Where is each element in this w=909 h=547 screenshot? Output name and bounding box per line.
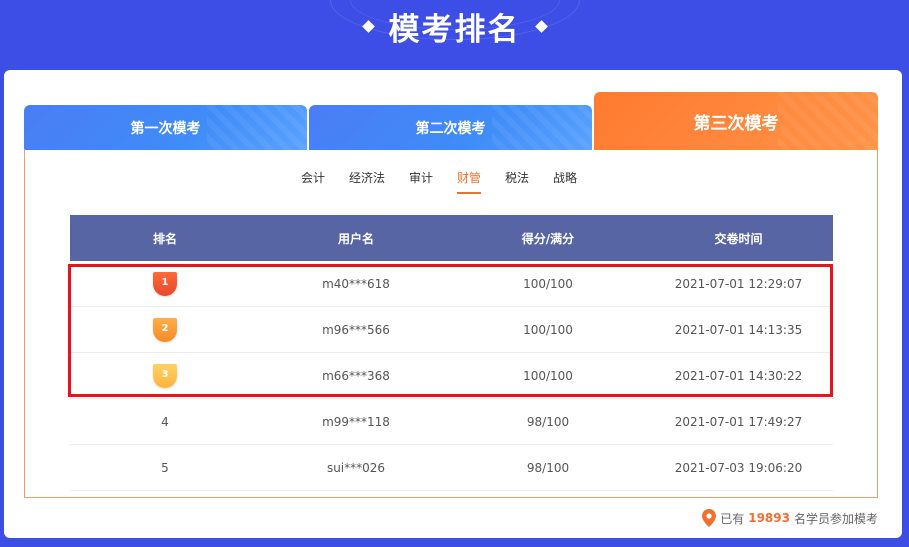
score-cell: 100/100 bbox=[523, 276, 573, 291]
username-cell: m96***566 bbox=[322, 322, 390, 337]
gold-medal-icon: 1 bbox=[153, 271, 177, 296]
page-title: 模考排名 bbox=[388, 11, 521, 48]
participant-count: 已有 19893 名学员参加模考 bbox=[702, 509, 878, 527]
score-cell: 100/100 bbox=[523, 322, 573, 337]
table-row: 3 m66***368 100/100 2021-07-01 14:30:22 bbox=[70, 353, 833, 399]
username-cell: m40***618 bbox=[322, 276, 390, 291]
participant-number: 19893 bbox=[748, 511, 790, 525]
time-cell: 2021-07-03 19:06:20 bbox=[674, 460, 803, 475]
subject-tabs: 会计 经济法 审计 财管 税法 战略 bbox=[25, 169, 877, 194]
time-cell: 2021-07-01 12:29:07 bbox=[674, 276, 803, 291]
header-username: 用户名 bbox=[337, 231, 374, 246]
time-cell: 2021-07-01 17:49:27 bbox=[674, 414, 803, 429]
tab-second-exam[interactable]: 第二次模考 bbox=[309, 105, 592, 150]
subject-tab-tax-law[interactable]: 税法 bbox=[505, 169, 529, 194]
bronze-medal-icon: 3 bbox=[153, 363, 177, 388]
participant-suffix: 名学员参加模考 bbox=[793, 511, 878, 526]
score-cell: 98/100 bbox=[526, 460, 570, 475]
header-score: 得分/满分 bbox=[521, 231, 575, 246]
table-row: 2 m96***566 100/100 2021-07-01 14:13:35 bbox=[70, 307, 833, 353]
table-row: 4 m99***118 98/100 2021-07-01 17:49:27 bbox=[70, 399, 833, 445]
ranking-card: 第一次模考 第二次模考 第三次模考 会计 经济法 审计 财管 税法 战略 排名 … bbox=[4, 70, 902, 538]
subject-tab-financial-management[interactable]: 财管 bbox=[457, 169, 482, 194]
username-cell: sui***026 bbox=[326, 460, 386, 475]
tab-first-exam[interactable]: 第一次模考 bbox=[24, 105, 307, 150]
page-header: 模考排名 bbox=[0, 4, 909, 48]
exam-tabs: 第一次模考 第二次模考 第三次模考 bbox=[24, 92, 878, 150]
rank-cell: 5 bbox=[161, 460, 169, 475]
tab-third-exam[interactable]: 第三次模考 bbox=[594, 92, 878, 150]
diamond-right-icon bbox=[534, 19, 548, 33]
subject-tab-audit[interactable]: 审计 bbox=[409, 169, 433, 194]
time-cell: 2021-07-01 14:30:22 bbox=[674, 368, 803, 383]
header-rank: 排名 bbox=[152, 231, 177, 246]
time-cell: 2021-07-01 14:13:35 bbox=[674, 322, 803, 337]
table-row: 1 m40***618 100/100 2021-07-01 12:29:07 bbox=[70, 261, 833, 307]
subject-tab-strategy[interactable]: 战略 bbox=[553, 169, 577, 194]
participant-prefix: 已有 bbox=[720, 511, 745, 526]
subject-tab-accounting[interactable]: 会计 bbox=[301, 169, 325, 194]
score-cell: 100/100 bbox=[523, 368, 573, 383]
score-cell: 98/100 bbox=[526, 414, 570, 429]
ranking-table: 排名 用户名 得分/满分 交卷时间 1 m40***618 100/100 20… bbox=[70, 215, 833, 491]
username-cell: m99***118 bbox=[322, 414, 390, 429]
diamond-left-icon bbox=[361, 19, 375, 33]
table-row: 5 sui***026 98/100 2021-07-03 19:06:20 bbox=[70, 445, 833, 491]
ranking-panel: 会计 经济法 审计 财管 税法 战略 排名 用户名 得分/满分 交卷时间 1 m… bbox=[24, 149, 878, 498]
silver-medal-icon: 2 bbox=[153, 317, 177, 342]
header-submit-time: 交卷时间 bbox=[714, 231, 763, 246]
username-cell: m66***368 bbox=[322, 368, 390, 383]
subject-tab-economic-law[interactable]: 经济法 bbox=[349, 169, 385, 194]
table-header: 排名 用户名 得分/满分 交卷时间 bbox=[70, 215, 833, 261]
location-pin-icon bbox=[702, 509, 717, 527]
rank-cell: 4 bbox=[161, 414, 169, 429]
